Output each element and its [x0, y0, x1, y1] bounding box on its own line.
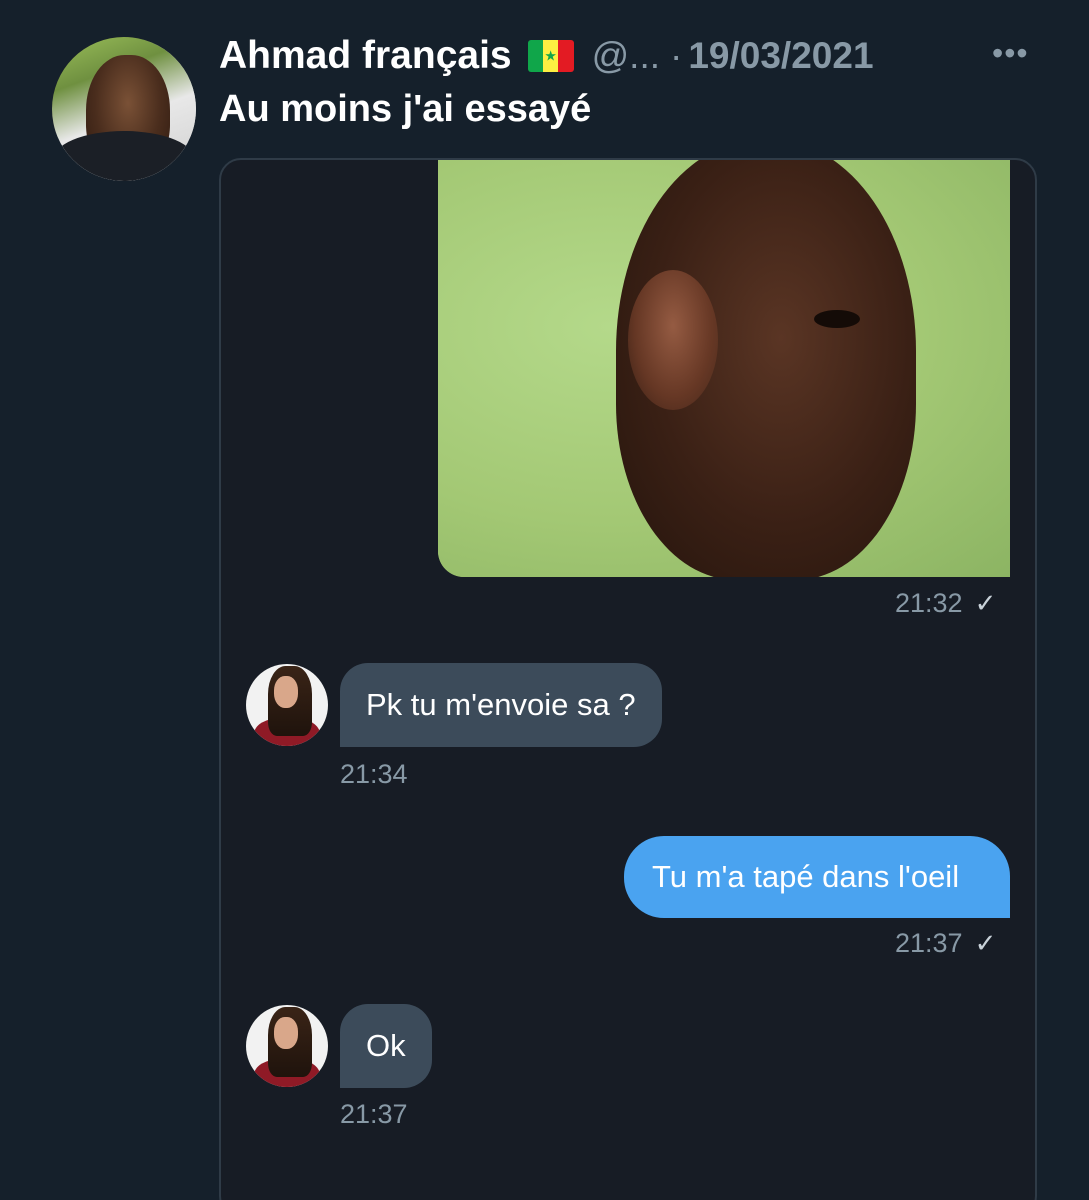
message-meta: 21:34 — [340, 759, 408, 790]
tweet-text: Au moins j'ai essayé — [219, 88, 592, 130]
senegal-flag-icon: ★ — [527, 40, 574, 72]
message-text: Ok — [366, 1028, 406, 1063]
incoming-message-bubble[interactable]: Ok — [340, 1004, 432, 1088]
author-avatar[interactable] — [52, 37, 196, 181]
contact-avatar[interactable] — [246, 664, 328, 746]
photo-injury — [628, 270, 718, 410]
incoming-message-bubble[interactable]: Pk tu m'envoie sa ? — [340, 663, 662, 747]
message-time: 21:32 — [895, 588, 963, 618]
tweet-header: Ahmad français ★ @... · 19/03/2021 — [219, 30, 874, 82]
message-meta: 21:32 ✓ — [895, 588, 996, 619]
message-text: Tu m'a tapé dans l'oeil — [652, 859, 960, 894]
message-time: 21:34 — [340, 759, 408, 789]
avatar-skin — [274, 1017, 298, 1049]
tweet-date[interactable]: 19/03/2021 — [688, 35, 873, 77]
message-meta: 21:37 — [340, 1099, 408, 1130]
message-meta: 21:37 ✓ — [895, 928, 996, 959]
outgoing-message-bubble[interactable]: Tu m'a tapé dans l'oeil — [624, 836, 1010, 918]
read-check-icon: ✓ — [974, 588, 997, 618]
sent-photo-message[interactable] — [438, 160, 1010, 577]
message-time: 21:37 — [340, 1099, 408, 1129]
photo-eye — [814, 310, 860, 328]
more-options-icon[interactable]: ••• — [992, 35, 1029, 72]
avatar-skin — [274, 676, 298, 708]
author-handle[interactable]: @... — [592, 35, 660, 77]
contact-avatar[interactable] — [246, 1005, 328, 1087]
header-separator: · — [670, 35, 683, 76]
tweet-page: Ahmad français ★ @... · 19/03/2021 ••• A… — [0, 0, 1089, 1200]
read-check-icon: ✓ — [974, 928, 997, 958]
message-time: 21:37 — [895, 928, 963, 958]
author-name[interactable]: Ahmad français — [219, 34, 512, 78]
message-text: Pk tu m'envoie sa ? — [366, 687, 636, 722]
